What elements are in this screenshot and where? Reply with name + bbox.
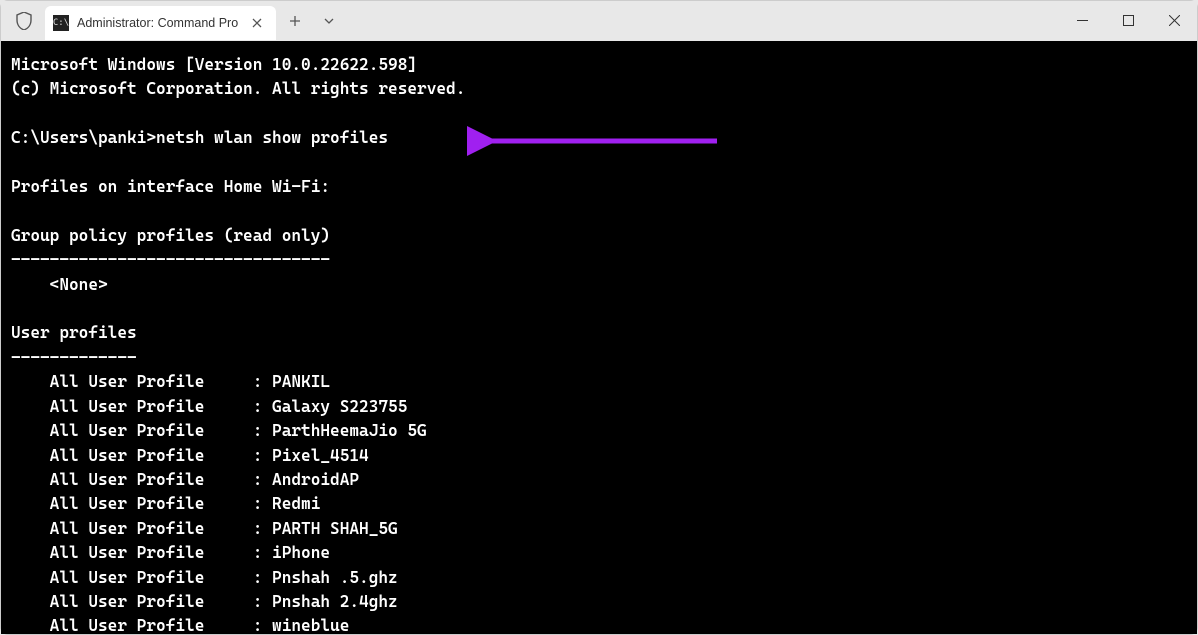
- section-heading: Group policy profiles (read only): [11, 226, 330, 245]
- close-window-button[interactable]: [1151, 1, 1197, 39]
- banner-line: Microsoft Windows [Version 10.0.22622.59…: [11, 55, 417, 74]
- divider: -------------: [11, 348, 137, 367]
- prompt: C:\Users\panki>: [11, 128, 156, 147]
- section-heading: User profiles: [11, 323, 137, 342]
- window-controls: [1059, 1, 1197, 39]
- tab-dropdown-button[interactable]: [314, 6, 344, 36]
- maximize-button[interactable]: [1105, 1, 1151, 39]
- tab-title: Administrator: Command Pro: [77, 16, 238, 30]
- titlebar: C:\ Administrator: Command Pro: [1, 1, 1197, 41]
- profile-list: All User Profile : PANKIL All User Profi…: [11, 372, 427, 634]
- banner-line: (c) Microsoft Corporation. All rights re…: [11, 79, 465, 98]
- shield-icon: [15, 12, 33, 30]
- tab-active[interactable]: C:\ Administrator: Command Pro: [45, 6, 276, 40]
- terminal-output[interactable]: Microsoft Windows [Version 10.0.22622.59…: [1, 41, 1197, 634]
- command: netsh wlan show profiles: [156, 128, 388, 147]
- group-none: <None>: [11, 275, 108, 294]
- section-heading: Profiles on interface Home Wi-Fi:: [11, 177, 330, 196]
- new-tab-button[interactable]: [280, 6, 310, 36]
- close-tab-button[interactable]: [248, 14, 266, 32]
- terminal-icon: C:\: [53, 15, 69, 31]
- divider: ---------------------------------: [11, 250, 330, 269]
- minimize-button[interactable]: [1059, 1, 1105, 39]
